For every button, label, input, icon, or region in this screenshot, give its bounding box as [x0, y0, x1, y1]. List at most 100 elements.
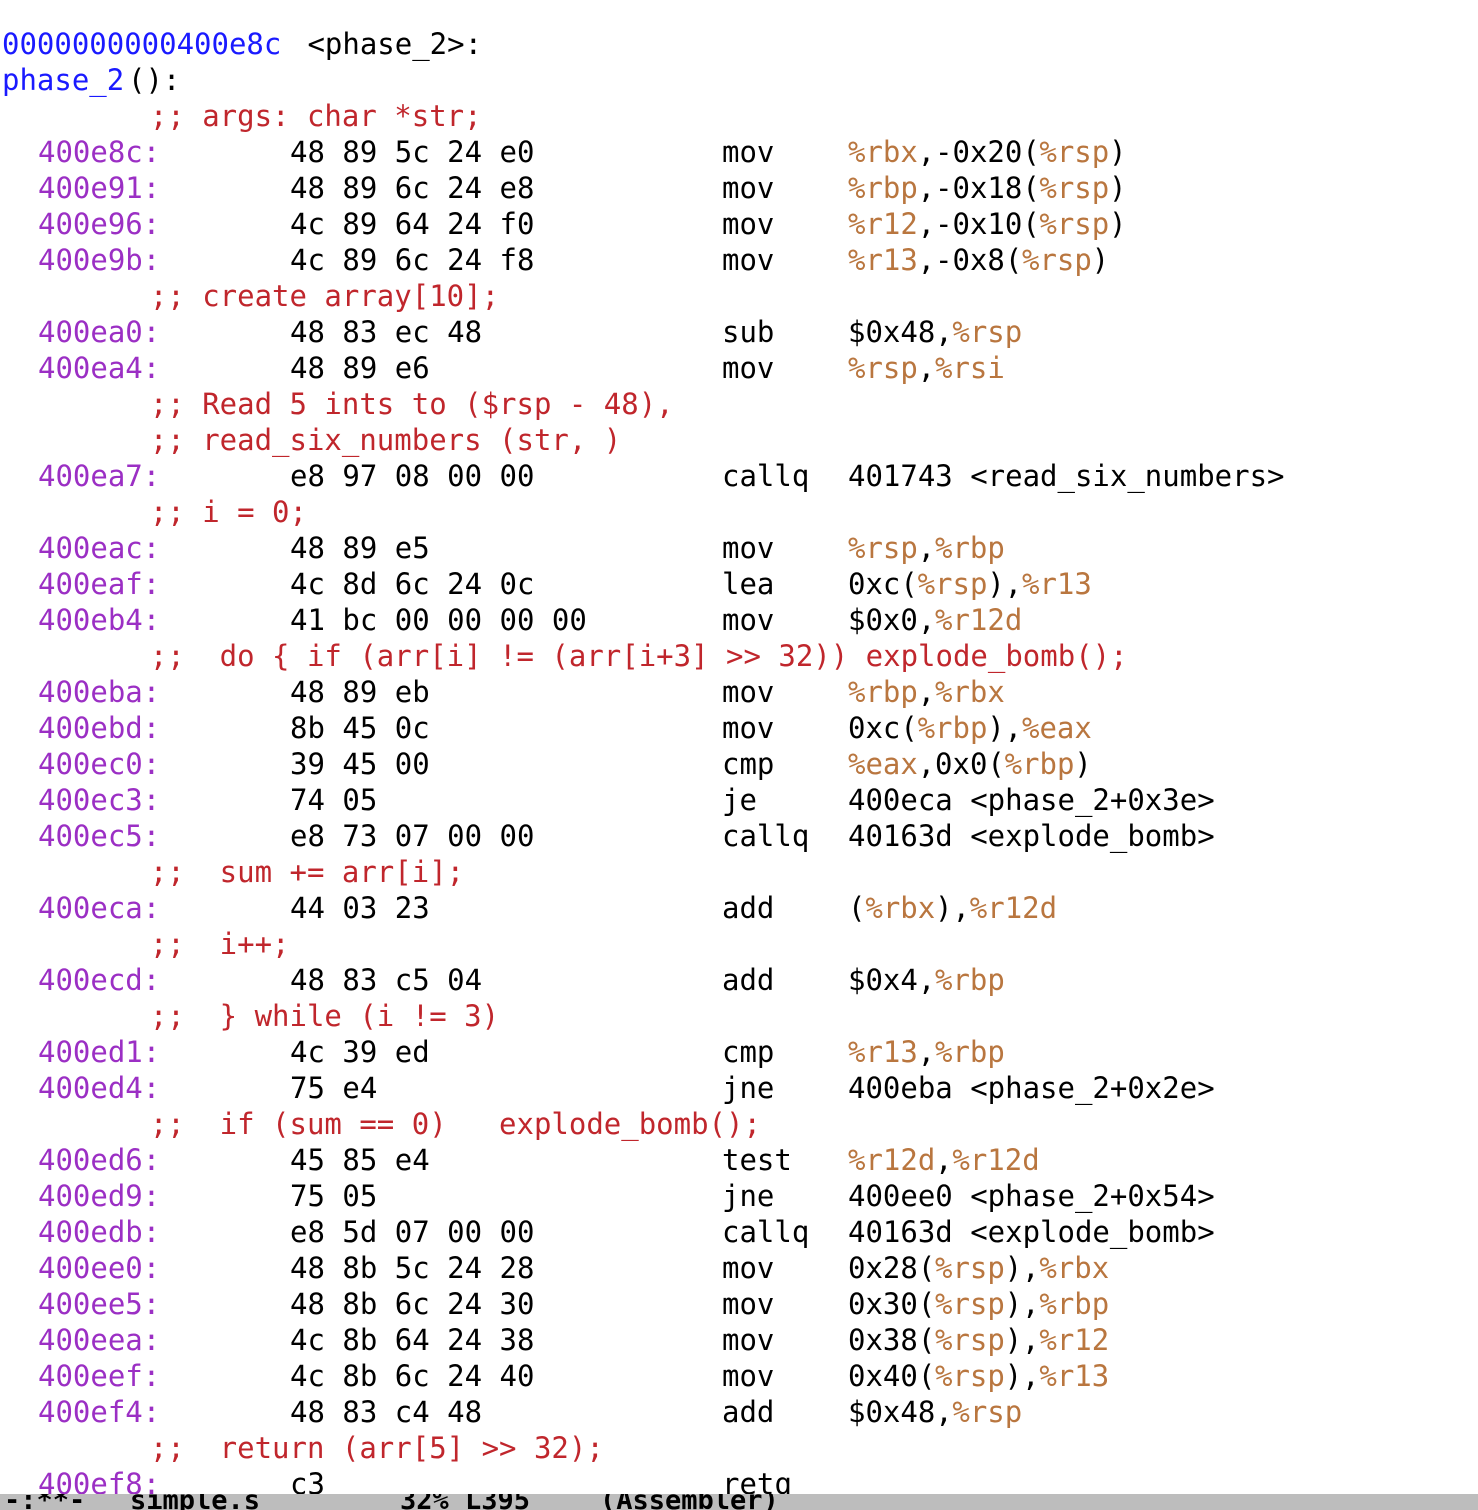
machine-code-bytes: 74 05: [290, 783, 378, 817]
instruction-address: 400eea:: [38, 1323, 161, 1357]
operand-text: ),: [987, 567, 1023, 601]
opcode-mnemonic: sub: [722, 315, 775, 349]
opcode-mnemonic: mov: [722, 351, 775, 385]
opcode-mnemonic: je: [722, 783, 757, 817]
register-operand: %rsp: [1039, 135, 1110, 169]
machine-code-bytes: e8 5d 07 00 00: [290, 1215, 535, 1249]
register-operand: %r12: [1039, 1323, 1110, 1357]
instruction-address: 400e9b:: [38, 243, 161, 277]
register-operand: %rbx: [935, 675, 1005, 709]
machine-code-bytes: e8 97 08 00 00: [290, 459, 535, 493]
machine-code-bytes: 48 83 ec 48: [290, 315, 483, 349]
operand-text: ),: [1004, 1359, 1040, 1393]
opcode-mnemonic: mov: [722, 171, 775, 205]
machine-code-bytes: e8 73 07 00 00: [290, 819, 535, 853]
operand-text: ): [1109, 207, 1127, 241]
instruction-address: 400ea7:: [38, 459, 161, 493]
opcode-mnemonic: mov: [722, 603, 775, 637]
instruction-address: 400eca:: [38, 891, 161, 925]
operand-text: ): [1074, 747, 1092, 781]
register-operand: %r13: [848, 243, 918, 277]
register-operand: %rsp: [848, 351, 918, 385]
opcode-mnemonic: mov: [722, 675, 775, 709]
comment-text: ;; create array[10];: [80, 279, 500, 313]
machine-code-bytes: 39 45 00: [290, 747, 430, 781]
register-operand: %rsp: [935, 1359, 1005, 1393]
operand-text: ): [1109, 135, 1127, 169]
register-operand: %r13: [1022, 567, 1092, 601]
register-operand: %rbp: [935, 531, 1005, 565]
instruction-address: 400eef:: [38, 1359, 161, 1393]
register-operand: %rsp: [935, 1251, 1005, 1285]
register-operand: %rsp: [1039, 171, 1110, 205]
opcode-mnemonic: cmp: [722, 747, 775, 781]
operand-text: $0x48,: [848, 1395, 953, 1429]
operand-text: ,: [917, 531, 936, 565]
machine-code-bytes: 48 89 e5: [290, 531, 430, 565]
opcode-mnemonic: jne: [722, 1071, 775, 1105]
register-operand: %r12d: [935, 603, 1023, 637]
operand-text: ,: [917, 351, 936, 385]
assembly-editor-buffer[interactable]: 0000000000400e8c <phase_2>: phase_2 (): …: [0, 0, 1478, 1494]
instruction-address: 400eba:: [38, 675, 161, 709]
machine-code-bytes: 8b 45 0c: [290, 711, 430, 745]
watermark-url: https://blog.csdn.net/u_gt: [1298, 1480, 1466, 1495]
operand-text: ,: [935, 1143, 953, 1177]
register-operand: %rbp: [1039, 1287, 1110, 1321]
operand-text: ,-0x18(: [917, 171, 1040, 205]
comment-text: ;; read_six_numbers (str, ): [80, 423, 622, 457]
instruction-address: 400ef8:: [38, 1467, 161, 1494]
machine-code-bytes: 48 83 c4 48: [290, 1395, 483, 1429]
opcode-mnemonic: callq: [722, 459, 810, 493]
instruction-address: 400edb:: [38, 1215, 161, 1249]
instruction-address: 400ea4:: [38, 351, 161, 385]
instruction-address: 400ea0:: [38, 315, 161, 349]
register-operand: %rbp: [935, 1035, 1005, 1069]
opcode-mnemonic: lea: [722, 567, 775, 601]
comment-text: ;; } while (i != 3): [80, 999, 500, 1033]
opcode-mnemonic: mov: [722, 1251, 775, 1285]
machine-code-bytes: 48 89 5c 24 e0: [290, 135, 535, 169]
operand-text: ),: [987, 711, 1023, 745]
operand-text: ),: [1004, 1287, 1040, 1321]
register-operand: %eax: [848, 747, 918, 781]
register-operand: %r12d: [969, 891, 1058, 925]
machine-code-bytes: 4c 8b 6c 24 40: [290, 1359, 535, 1393]
opcode-mnemonic: mov: [722, 531, 775, 565]
instruction-address: 400eac:: [38, 531, 161, 565]
modeline-major-mode: (Assembler): [600, 1494, 779, 1510]
operand-text: 401743 <read_six_numbers>: [848, 459, 1285, 493]
operand-text: $0x4,: [848, 963, 936, 997]
operand-text: ,-0x20(: [917, 135, 1040, 169]
operand-text: 400eba <phase_2+0x2e>: [848, 1071, 1215, 1105]
operand-text: ),: [1004, 1323, 1040, 1357]
machine-code-bytes: 4c 89 6c 24 f8: [290, 243, 535, 277]
opcode-mnemonic: test: [722, 1143, 792, 1177]
operand-text: ),: [1004, 1251, 1040, 1285]
instruction-address: 400ee0:: [38, 1251, 161, 1285]
opcode-mnemonic: mov: [722, 1287, 775, 1321]
machine-code-bytes: 48 83 c5 04: [290, 963, 483, 997]
register-operand: %rsp: [935, 1323, 1005, 1357]
modeline-position: 32% L395: [400, 1494, 531, 1510]
machine-code-bytes: 48 8b 6c 24 30: [290, 1287, 535, 1321]
operand-text: 0x38(: [848, 1323, 936, 1357]
operand-text: 0xc(: [848, 711, 918, 745]
register-operand: %r12d: [952, 1143, 1040, 1177]
register-operand: %rsp: [917, 567, 988, 601]
register-operand: %rsp: [935, 1287, 1005, 1321]
opcode-mnemonic: jne: [722, 1179, 775, 1213]
operand-text: $0x48,: [848, 315, 953, 349]
register-operand: %r12d: [848, 1143, 936, 1177]
register-operand: %rbx: [848, 135, 918, 169]
instruction-address: 400ec5:: [38, 819, 161, 853]
register-operand: %rsp: [952, 1395, 1023, 1429]
comment-text: ;; sum += arr[i];: [80, 855, 465, 889]
mode-line: -:**- simple.s 32% L395 (Assembler): [0, 1494, 1478, 1510]
machine-code-bytes: 41 bc 00 00 00 00: [290, 603, 587, 637]
operand-text: 0xc(: [848, 567, 918, 601]
instruction-address: 400ed1:: [38, 1035, 161, 1069]
instruction-address: 400ebd:: [38, 711, 161, 745]
instruction-address: 400e96:: [38, 207, 161, 241]
machine-code-bytes: 48 89 e6: [290, 351, 430, 385]
